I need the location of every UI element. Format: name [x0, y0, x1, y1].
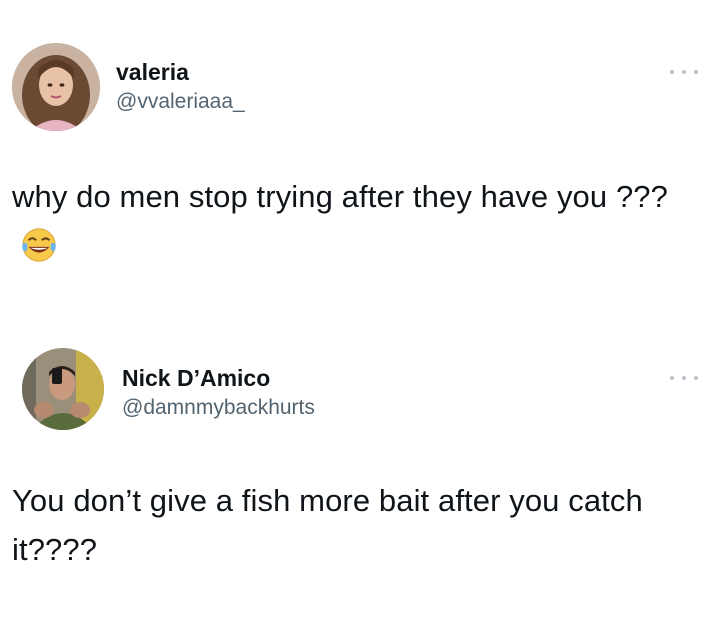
dot: [694, 376, 698, 380]
dot: [694, 70, 698, 74]
display-name[interactable]: valeria: [116, 58, 245, 86]
tweet-text: You don’t give a fish more bait after yo…: [12, 483, 643, 567]
profile-photo: [22, 348, 104, 430]
user-handle[interactable]: @vvaleriaaa_: [116, 88, 245, 116]
tweet[interactable]: Nick D’Amico @damnmybackhurts You don’t …: [0, 310, 720, 620]
tweet-text: why do men stop trying after they have y…: [12, 172, 702, 270]
avatar[interactable]: [22, 348, 104, 430]
user-names: Nick D’Amico @damnmybackhurts: [122, 364, 315, 422]
more-options-icon[interactable]: [670, 372, 698, 384]
user-handle[interactable]: @damnmybackhurts: [122, 394, 315, 422]
avatar[interactable]: [12, 43, 100, 131]
dot: [670, 376, 674, 380]
tweet[interactable]: valeria @vvaleriaaa_ why do men stop try…: [0, 0, 720, 310]
dot: [682, 70, 686, 74]
display-name[interactable]: Nick D’Amico: [122, 364, 315, 392]
dot: [670, 70, 674, 74]
face-with-tears-of-joy-icon: [20, 226, 58, 264]
profile-photo: [12, 43, 100, 131]
tweet-body: why do men stop trying after they have y…: [12, 179, 668, 214]
more-options-icon[interactable]: [670, 66, 698, 78]
dot: [682, 376, 686, 380]
user-names: valeria @vvaleriaaa_: [116, 58, 245, 116]
